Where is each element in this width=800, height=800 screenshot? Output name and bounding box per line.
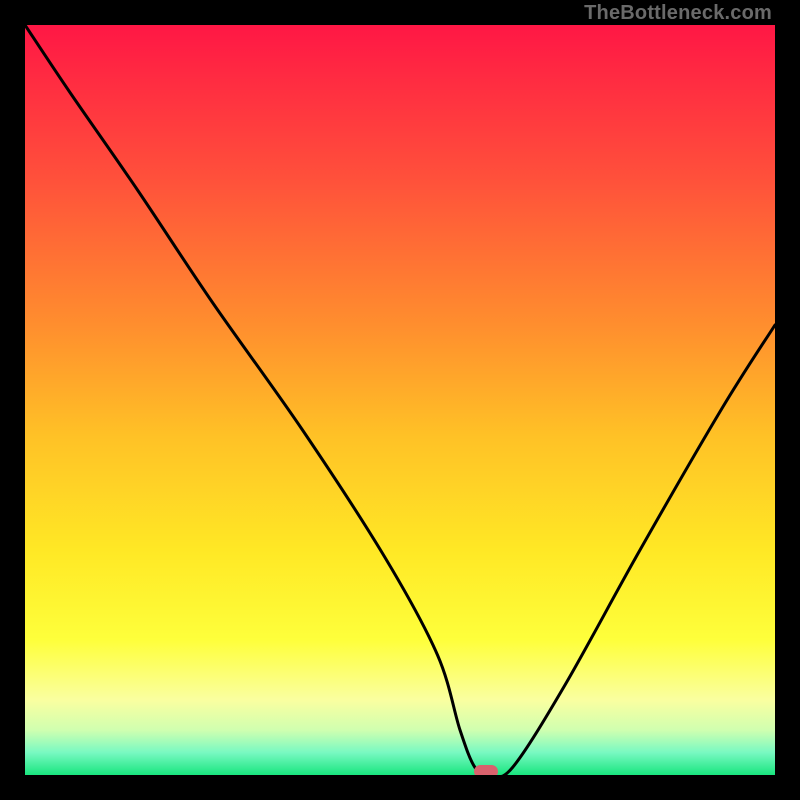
watermark-text: TheBottleneck.com [584, 2, 772, 25]
optimum-marker [474, 765, 498, 775]
plot-area [25, 25, 775, 775]
chart-frame: TheBottleneck.com [0, 0, 800, 800]
bottleneck-curve [25, 25, 775, 775]
